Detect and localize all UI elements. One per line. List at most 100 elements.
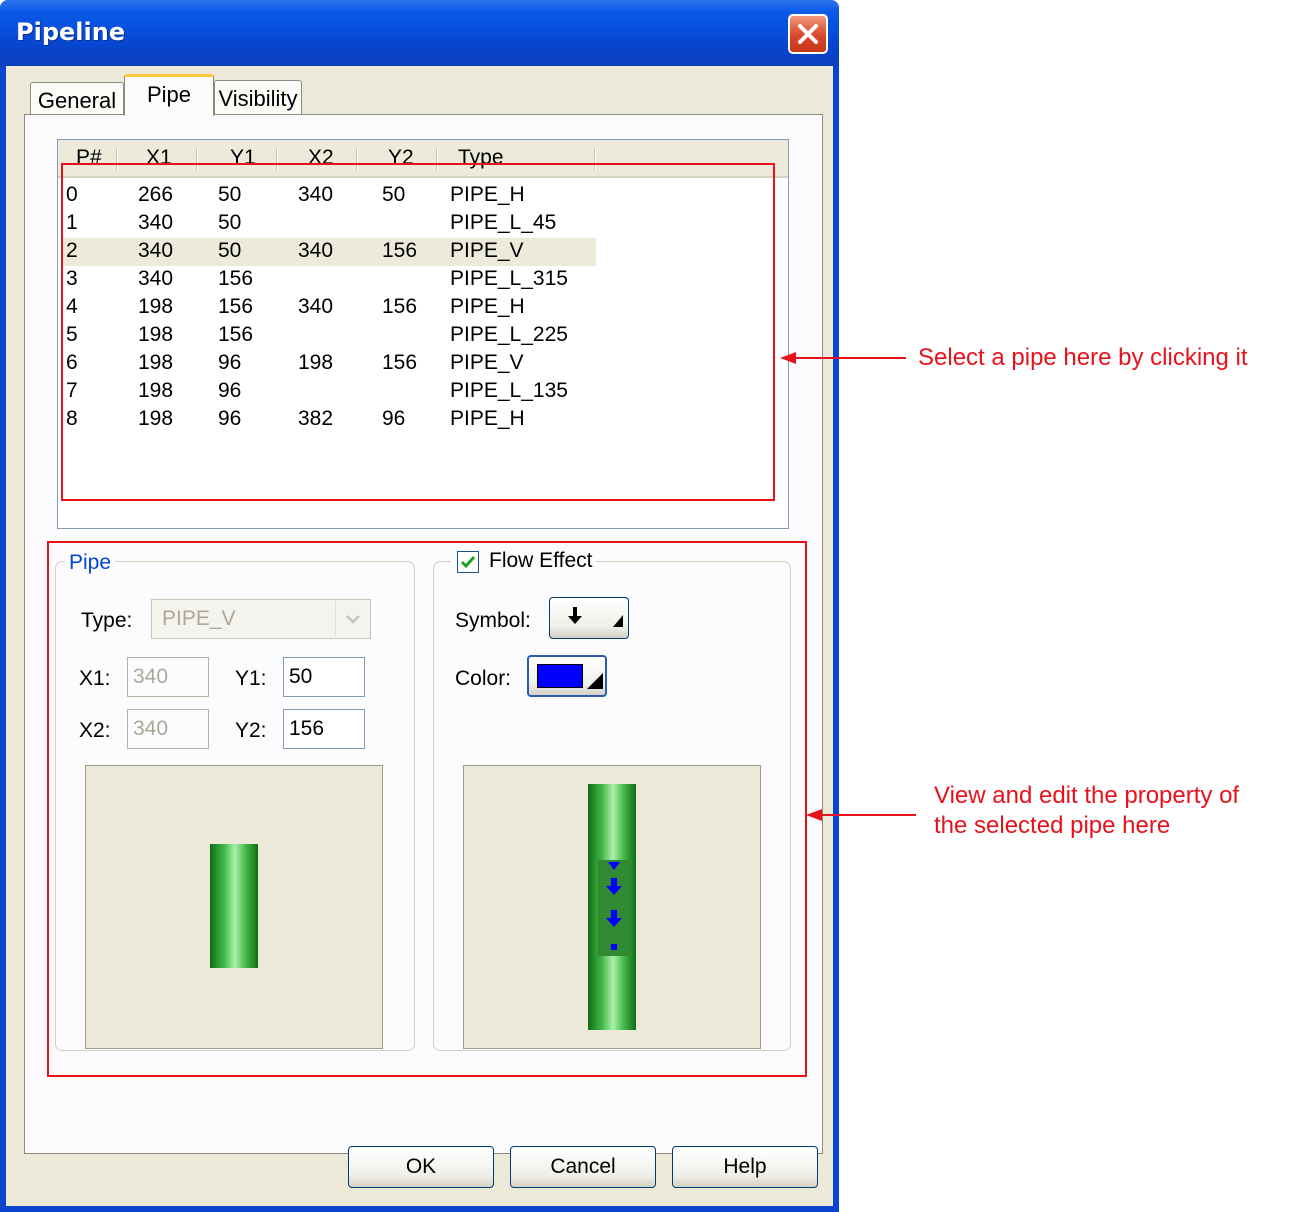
table-cell: PIPE_V xyxy=(450,351,524,374)
table-cell: 7 xyxy=(66,379,78,402)
table-row[interactable]: 2 340 50 340 156 PIPE_V xyxy=(62,238,596,266)
tab-general[interactable]: General xyxy=(30,82,124,118)
pipe-shape xyxy=(210,844,258,968)
column-header-pnum[interactable]: P# xyxy=(76,146,102,170)
table-cell: 340 xyxy=(298,239,334,262)
table-cell: 2 xyxy=(66,239,78,262)
flow-preview xyxy=(463,765,761,1049)
table-cell: 50 xyxy=(218,211,242,234)
table-cell: 340 xyxy=(138,239,174,262)
symbol-label: Symbol: xyxy=(455,609,531,632)
table-cell: 156 xyxy=(382,239,418,262)
table-row[interactable]: 8 198 96 382 96 PIPE_H xyxy=(62,406,596,434)
symbol-picker-button[interactable] xyxy=(549,597,629,639)
table-cell: 1 xyxy=(66,211,78,234)
window-title: Pipeline xyxy=(16,18,126,46)
dialog-client: General Pipe Visibility P# X1 Y1 X2 Y2 T… xyxy=(6,66,833,1206)
pipe-tab-page: P# X1 Y1 X2 Y2 Type 0 266 50 340 50 PIPE_H 1 34… xyxy=(24,114,823,1154)
table-cell: 340 xyxy=(138,267,174,290)
table-cell: 340 xyxy=(298,183,334,206)
table-cell: 198 xyxy=(138,379,174,402)
color-label: Color: xyxy=(455,667,512,690)
y2-label: Y2: xyxy=(235,719,267,742)
column-header-x2[interactable]: X2 xyxy=(308,146,334,170)
flow-arrows-icon xyxy=(606,862,622,950)
close-icon xyxy=(798,24,818,44)
ok-button[interactable]: OK xyxy=(348,1146,494,1188)
type-select: PIPE_V xyxy=(151,599,371,639)
pipe-preview xyxy=(85,765,383,1049)
list-header: P# X1 Y1 X2 Y2 Type xyxy=(58,140,788,178)
table-cell: 5 xyxy=(66,323,78,346)
table-cell: 156 xyxy=(382,295,418,318)
table-cell: 96 xyxy=(218,379,242,402)
table-cell: 198 xyxy=(138,351,174,374)
color-picker-button[interactable] xyxy=(527,655,607,697)
title-bar[interactable]: Pipeline xyxy=(0,0,839,66)
table-row[interactable]: 0 266 50 340 50 PIPE_H xyxy=(62,182,596,210)
table-cell: 198 xyxy=(138,295,174,318)
type-label: Type: xyxy=(81,609,133,632)
table-cell: 198 xyxy=(298,351,334,374)
table-cell: PIPE_H xyxy=(450,183,525,206)
type-select-value: PIPE_V xyxy=(162,607,236,630)
table-cell: 3 xyxy=(66,267,78,290)
color-swatch xyxy=(537,664,583,688)
table-cell: 198 xyxy=(138,323,174,346)
pipe-list[interactable]: P# X1 Y1 X2 Y2 Type 0 266 50 340 50 PIPE_H 1 34… xyxy=(57,139,789,529)
pipe-group-title: Pipe xyxy=(65,551,116,575)
x1-field: 340 xyxy=(127,657,209,697)
x1-label: X1: xyxy=(79,667,111,690)
table-cell: PIPE_H xyxy=(450,295,525,318)
dropdown-corner-icon xyxy=(587,673,603,689)
column-header-y1[interactable]: Y1 xyxy=(230,146,256,170)
table-cell: 382 xyxy=(298,407,334,430)
table-cell: 96 xyxy=(218,407,242,430)
table-cell: 6 xyxy=(66,351,78,374)
tab-visibility[interactable]: Visibility xyxy=(214,80,302,116)
table-cell: 156 xyxy=(218,295,254,318)
cancel-button[interactable]: Cancel xyxy=(510,1146,656,1188)
annotation-edit-line1: View and edit the property of xyxy=(934,782,1240,809)
flow-effect-checkbox[interactable] xyxy=(457,551,479,573)
close-button[interactable] xyxy=(788,14,828,54)
table-row[interactable]: 5 198 156 PIPE_L_225 xyxy=(62,322,596,350)
table-cell: PIPE_L_45 xyxy=(450,211,557,234)
table-cell: 50 xyxy=(382,183,406,206)
checkmark-icon xyxy=(460,556,476,569)
table-cell: 156 xyxy=(218,267,254,290)
table-cell: PIPE_V xyxy=(450,239,524,262)
annotation-select-pipe: Select a pipe here by clicking it xyxy=(918,344,1248,371)
y1-field[interactable]: 50 xyxy=(283,657,365,697)
column-header-x1[interactable]: X1 xyxy=(146,146,172,170)
type-select-button xyxy=(335,601,369,637)
table-cell: 156 xyxy=(382,351,418,374)
column-header-type[interactable]: Type xyxy=(458,146,504,170)
tab-pipe[interactable]: Pipe xyxy=(124,74,214,116)
table-row[interactable]: 6 198 96 198 156 PIPE_V xyxy=(62,350,596,378)
table-row[interactable]: 3 340 156 PIPE_L_315 xyxy=(62,266,596,294)
table-cell: 340 xyxy=(138,211,174,234)
table-cell: 198 xyxy=(138,407,174,430)
table-cell: 0 xyxy=(66,183,78,206)
y1-label: Y1: xyxy=(235,667,267,690)
table-cell: 50 xyxy=(218,183,242,206)
table-row[interactable]: 1 340 50 PIPE_L_45 xyxy=(62,210,596,238)
table-cell: 4 xyxy=(66,295,78,318)
table-cell: PIPE_L_135 xyxy=(450,379,568,402)
help-button[interactable]: Help xyxy=(672,1146,818,1188)
flow-effect-header: Flow Effect xyxy=(451,549,597,577)
x2-field: 340 xyxy=(127,709,209,749)
table-cell: PIPE_L_225 xyxy=(450,323,568,346)
annotation-edit-line2: the selected pipe here xyxy=(934,812,1171,839)
table-cell: 50 xyxy=(218,239,242,262)
table-cell: 96 xyxy=(382,407,406,430)
y2-field[interactable]: 156 xyxy=(283,709,365,749)
x2-label: X2: xyxy=(79,719,111,742)
pipeline-dialog: Pipeline General Pipe Visibility P# X1 Y… xyxy=(0,0,839,1212)
down-arrow-symbol-icon xyxy=(568,607,623,627)
table-cell: 156 xyxy=(218,323,254,346)
table-row[interactable]: 7 198 96 PIPE_L_135 xyxy=(62,378,596,406)
table-row[interactable]: 4 198 156 340 156 PIPE_H xyxy=(62,294,596,322)
column-header-y2[interactable]: Y2 xyxy=(388,146,414,170)
